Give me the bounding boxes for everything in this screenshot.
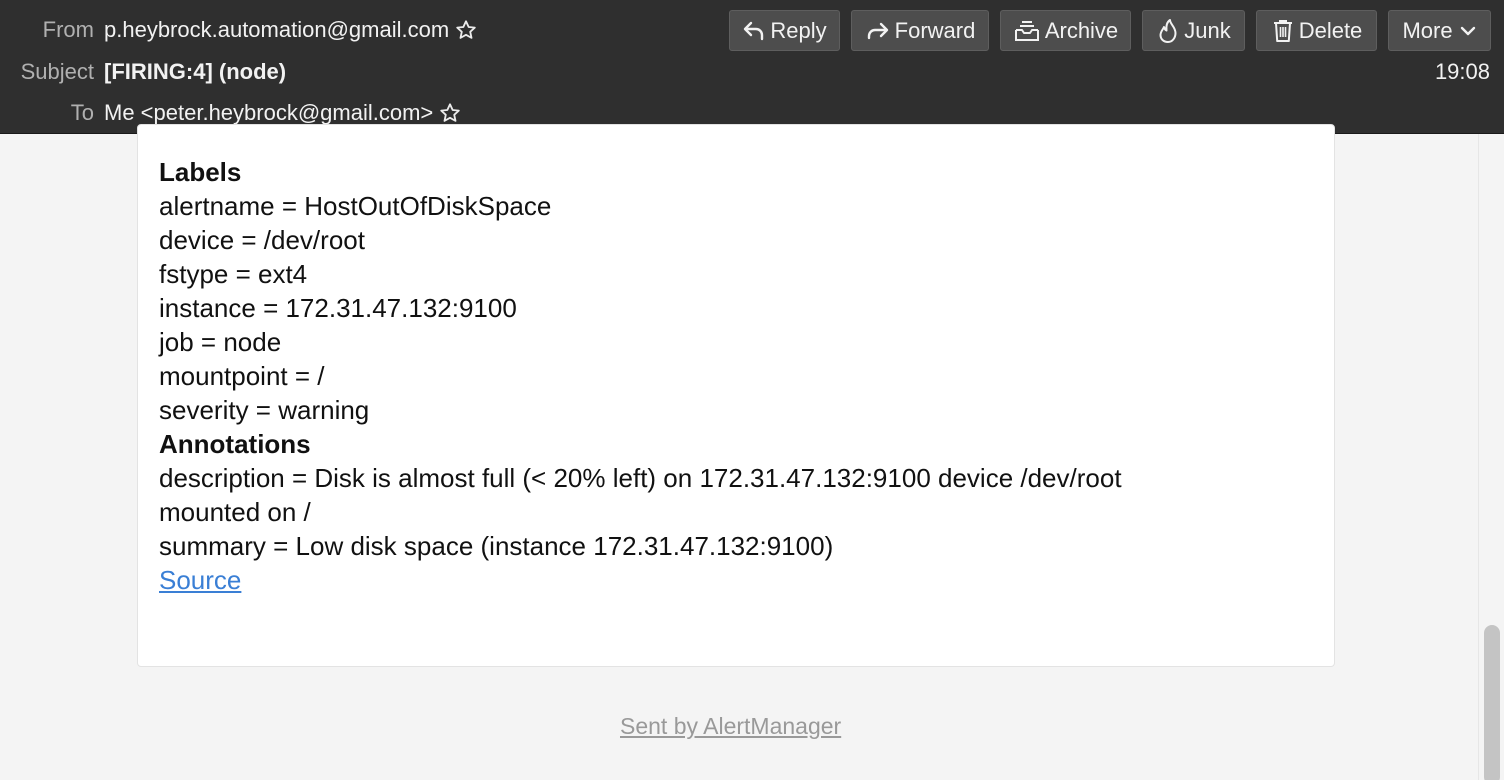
- reply-label: Reply: [770, 17, 827, 43]
- alert-card: Labels alertname = HostOutOfDiskSpace de…: [137, 124, 1335, 667]
- junk-label: Junk: [1184, 17, 1231, 43]
- message-body: Labels alertname = HostOutOfDiskSpace de…: [0, 124, 1478, 780]
- annotation-line: mounted on /: [159, 497, 311, 527]
- archive-button[interactable]: Archive: [1000, 10, 1131, 51]
- reply-icon: [744, 21, 764, 40]
- delete-label: Delete: [1298, 17, 1363, 43]
- forward-label: Forward: [894, 17, 976, 43]
- more-label: More: [1402, 17, 1453, 43]
- label-line: device = /dev/root: [159, 225, 365, 255]
- forward-button[interactable]: Forward: [851, 10, 989, 51]
- label-line: fstype = ext4: [159, 259, 308, 289]
- trash-icon: [1273, 19, 1292, 42]
- subject-value: [FIRING:4] (node): [104, 59, 287, 84]
- annotation-line: description = Disk is almost full (< 20%…: [159, 463, 1122, 493]
- from-row: From p.heybrock.automation@gmail.com: [0, 15, 477, 45]
- chevron-down-icon: [1460, 26, 1475, 35]
- delete-button[interactable]: Delete: [1256, 10, 1377, 51]
- label-line: job = node: [159, 327, 282, 357]
- archive-label: Archive: [1044, 17, 1119, 43]
- label-line: mountpoint = /: [159, 361, 325, 391]
- labels-heading: Labels: [159, 157, 242, 187]
- label-line: severity = warning: [159, 395, 370, 425]
- subject-row: Subject [FIRING:4] (node): [0, 57, 286, 87]
- star-icon[interactable]: [439, 102, 461, 124]
- annotations-heading: Annotations: [159, 429, 311, 459]
- label-line: instance = 172.31.47.132:9100: [159, 293, 517, 323]
- label-line: alertname = HostOutOfDiskSpace: [159, 191, 552, 221]
- reply-button[interactable]: Reply: [729, 10, 840, 51]
- scrollbar-thumb[interactable]: [1484, 625, 1500, 780]
- message-time: 19:08: [1434, 59, 1490, 84]
- forward-icon: [867, 22, 888, 39]
- alert-content: Labels alertname = HostOutOfDiskSpace de…: [159, 155, 1259, 597]
- to-address[interactable]: Me <peter.heybrock@gmail.com>: [104, 100, 433, 126]
- star-icon[interactable]: [455, 19, 477, 41]
- from-label: From: [42, 17, 94, 42]
- from-address[interactable]: p.heybrock.automation@gmail.com: [104, 17, 449, 43]
- sent-by-link[interactable]: Sent by AlertManager: [620, 713, 841, 740]
- annotation-line: summary = Low disk space (instance 172.3…: [159, 531, 834, 561]
- flame-icon: [1159, 18, 1177, 43]
- source-link[interactable]: Source: [159, 565, 241, 595]
- junk-button[interactable]: Junk: [1142, 10, 1245, 51]
- subject-label: Subject: [20, 59, 94, 84]
- to-label: To: [70, 100, 94, 125]
- archive-icon: [1014, 20, 1039, 41]
- message-header: From p.heybrock.automation@gmail.com Sub…: [0, 0, 1504, 134]
- more-button[interactable]: More: [1388, 10, 1491, 51]
